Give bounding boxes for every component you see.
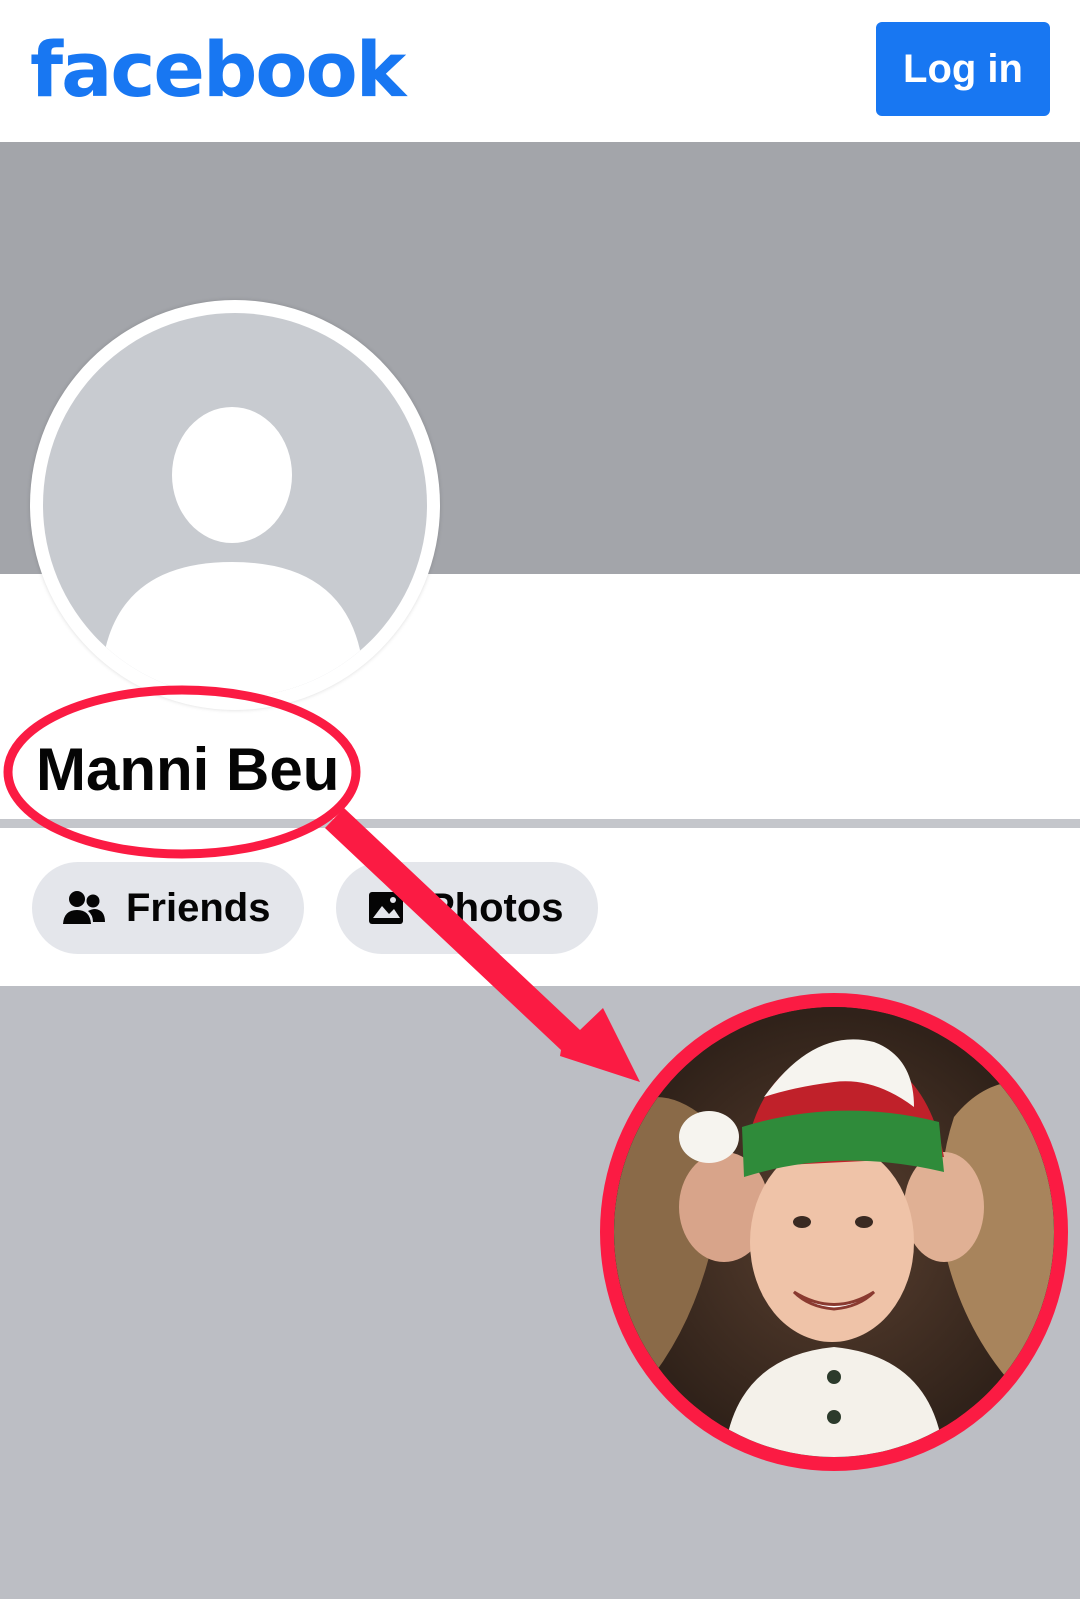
top-bar: facebook Log in (0, 0, 1080, 142)
friends-icon (63, 891, 105, 924)
profile-name: Manni Beu (36, 736, 340, 803)
tab-friends-label: Friends (126, 885, 271, 930)
default-avatar[interactable] (30, 300, 440, 710)
photos-icon (369, 892, 403, 924)
login-button[interactable]: Log in (876, 22, 1050, 116)
photo-illustration (614, 1007, 1054, 1457)
tab-photos[interactable]: Photos (336, 862, 598, 954)
facebook-logo[interactable]: facebook (30, 20, 406, 120)
section-divider (0, 819, 1080, 828)
tab-friends[interactable]: Friends (32, 862, 304, 954)
tab-photos-label: Photos (428, 885, 564, 930)
inset-profile-photo (600, 993, 1068, 1471)
avatar-silhouette-icon (43, 313, 427, 697)
